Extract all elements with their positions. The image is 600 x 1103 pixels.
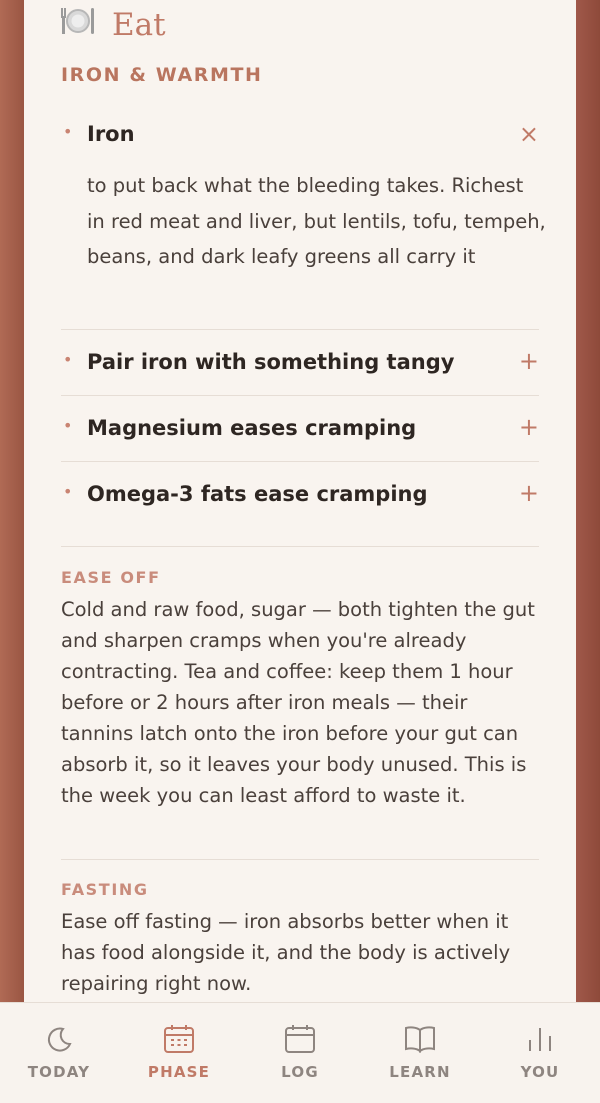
accordion-item-magnesium[interactable]: • Magnesium eases cramping + [61,413,539,446]
bullet-dot: • [63,350,73,369]
section-title: Eat [112,6,166,43]
nav-label: TODAY [27,1063,91,1081]
ease-off-text: Cold and raw food, sugar — both tighten … [61,598,535,807]
fasting-text: Ease off fasting — iron absorbs better w… [61,910,511,995]
divider [61,329,539,330]
nav-item-log[interactable]: LOG [250,1021,350,1081]
divider [61,859,539,860]
bullet-dot: • [63,122,73,141]
nav-item-you[interactable]: YOU [490,1021,590,1081]
plus-icon[interactable]: + [519,347,539,375]
accordion-body: to put back what the bleeding takes. Ric… [87,174,546,268]
ease-off-label: EASE OFF [61,568,161,587]
nav-label: LEARN [389,1063,451,1081]
calendar-icon [250,1021,350,1057]
nav-item-learn[interactable]: LEARN [370,1021,470,1081]
nav-label: LOG [281,1063,319,1081]
fasting-label: FASTING [61,880,149,899]
nav-label: PHASE [147,1063,211,1081]
nav-item-phase[interactable]: PHASE [129,1021,229,1081]
bullet-dot: • [63,482,73,501]
accordion-item-tangy[interactable]: • Pair iron with something tangy + [61,347,539,380]
moon-icon [9,1021,109,1057]
plus-icon[interactable]: + [519,413,539,441]
close-icon[interactable]: × [519,120,539,148]
bottom-nav: TODAY PHASE LOG LEARN YOU [0,1002,600,1103]
calendar-grid-icon [129,1021,229,1057]
book-icon [370,1021,470,1057]
accordion-item-iron[interactable]: • Iron × [61,120,539,152]
bullet-dot: • [63,416,73,435]
eat-panel: Eat IRON & WARMTH • Iron × to put back w… [24,0,576,1002]
accordion-title: Omega-3 fats ease cramping [87,482,428,506]
divider [61,395,539,396]
nav-label: YOU [520,1063,560,1081]
section-heading: Eat [60,6,166,43]
subheading: IRON & WARMTH [61,64,263,86]
nav-item-today[interactable]: TODAY [9,1021,109,1081]
plus-icon[interactable]: + [519,479,539,507]
accordion-title: Iron [87,122,135,146]
accordion-title: Pair iron with something tangy [87,350,455,374]
plate-cutlery-icon [60,6,100,43]
accordion-title: Magnesium eases cramping [87,416,417,440]
divider [61,461,539,462]
bar-chart-icon [490,1021,590,1057]
divider [61,546,539,547]
accordion-item-omega3[interactable]: • Omega-3 fats ease cramping + [61,479,539,512]
